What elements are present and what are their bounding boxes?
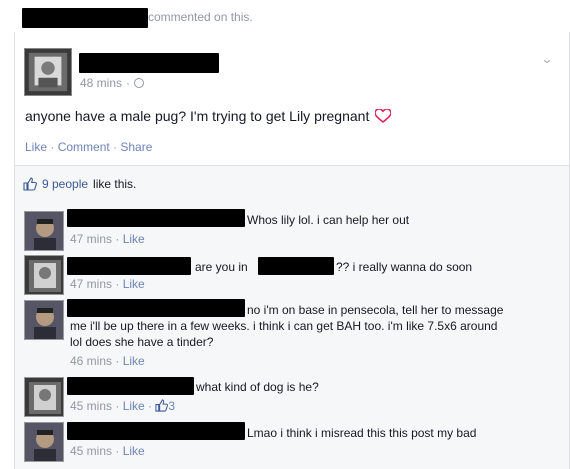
thumbs-up-icon	[155, 399, 169, 412]
redacted-location	[258, 257, 334, 275]
comment-meta: 46 mins · Like	[70, 354, 145, 368]
meta-separator: ·	[112, 277, 123, 291]
comment-like-link[interactable]: Like	[123, 354, 145, 368]
avatar[interactable]	[24, 48, 72, 96]
comment-text-after: ?? i really wanna do soon	[336, 260, 473, 274]
redacted-commenter	[67, 257, 191, 275]
likes-count-link[interactable]: 9 people	[42, 177, 88, 191]
meta-separator: ·	[112, 399, 123, 413]
share-link[interactable]: Share	[120, 140, 152, 154]
meta-separator: ·	[144, 399, 156, 413]
meta-separator: ·	[112, 232, 123, 246]
comment-meta: 47 mins · Like	[70, 232, 145, 246]
comment-text-line: no i'm on base in pensecola, tell her to…	[247, 303, 504, 317]
comment-meta: 47 mins · Like	[70, 277, 145, 291]
comment-link[interactable]: Comment	[58, 140, 110, 154]
redacted-commenter	[67, 422, 245, 440]
comment-time[interactable]: 45 mins	[70, 399, 112, 413]
redacted-commenter	[67, 209, 245, 227]
comment-text-line: me i'll be up there in a few weeks. i th…	[70, 319, 498, 333]
redacted-commenter	[67, 299, 245, 317]
comment-time[interactable]: 47 mins	[70, 277, 112, 291]
comment-text: what kind of dog is he?	[196, 380, 319, 394]
comment-avatar[interactable]	[24, 422, 64, 462]
comment-like-link[interactable]: Like	[123, 232, 145, 246]
action-separator: ·	[47, 140, 58, 154]
post-body: anyone have a male pug? I'm trying to ge…	[25, 108, 370, 124]
comment-time[interactable]: 45 mins	[70, 444, 112, 458]
comment-meta: 45 mins · Like	[70, 444, 145, 458]
likes-suffix: like this.	[93, 177, 137, 191]
post-time[interactable]: 48 mins	[80, 76, 122, 90]
redacted-commenter	[67, 377, 194, 395]
action-separator: ·	[109, 140, 121, 154]
comment-avatar[interactable]	[24, 300, 64, 340]
comment-like-link[interactable]: Like	[123, 277, 145, 291]
comment-text-before: are you in	[195, 260, 248, 274]
chevron-down-icon[interactable]: ⌄	[540, 52, 553, 66]
comment-avatar[interactable]	[24, 211, 64, 251]
comment-time[interactable]: 46 mins	[70, 354, 112, 368]
time-separator: ·	[126, 76, 131, 90]
like-link[interactable]: Like	[25, 140, 47, 154]
comment-text: Whos lily lol. i can help her out	[247, 213, 410, 227]
comment-like-link[interactable]: Like	[123, 399, 145, 413]
comment-like-link[interactable]: Like	[123, 444, 145, 458]
meta-separator: ·	[112, 354, 123, 368]
comment-text: Lmao i think i misread this this post my…	[247, 426, 477, 440]
heart-emoji-icon	[375, 109, 392, 123]
globe-icon	[134, 78, 145, 88]
commented-notice: commented on this.	[148, 10, 253, 24]
post-meta: 48 mins ·	[80, 76, 145, 90]
post-text: anyone have a male pug? I'm trying to ge…	[25, 108, 392, 124]
comment-avatar[interactable]	[24, 377, 64, 417]
thumbs-up-icon	[23, 177, 37, 191]
comment-meta: 45 mins · Like · 3	[70, 399, 175, 413]
likes-summary: 9 people like this.	[23, 177, 136, 191]
post-actions: Like · Comment · Share	[25, 140, 152, 154]
comment-time[interactable]: 47 mins	[70, 232, 112, 246]
redacted-author-name	[79, 53, 219, 73]
redacted-name	[22, 8, 148, 28]
comment-like-count[interactable]: 3	[168, 399, 175, 413]
comment-avatar[interactable]	[24, 255, 64, 295]
meta-separator: ·	[112, 444, 123, 458]
comment-text-line: lol does she have a tinder?	[70, 335, 214, 349]
